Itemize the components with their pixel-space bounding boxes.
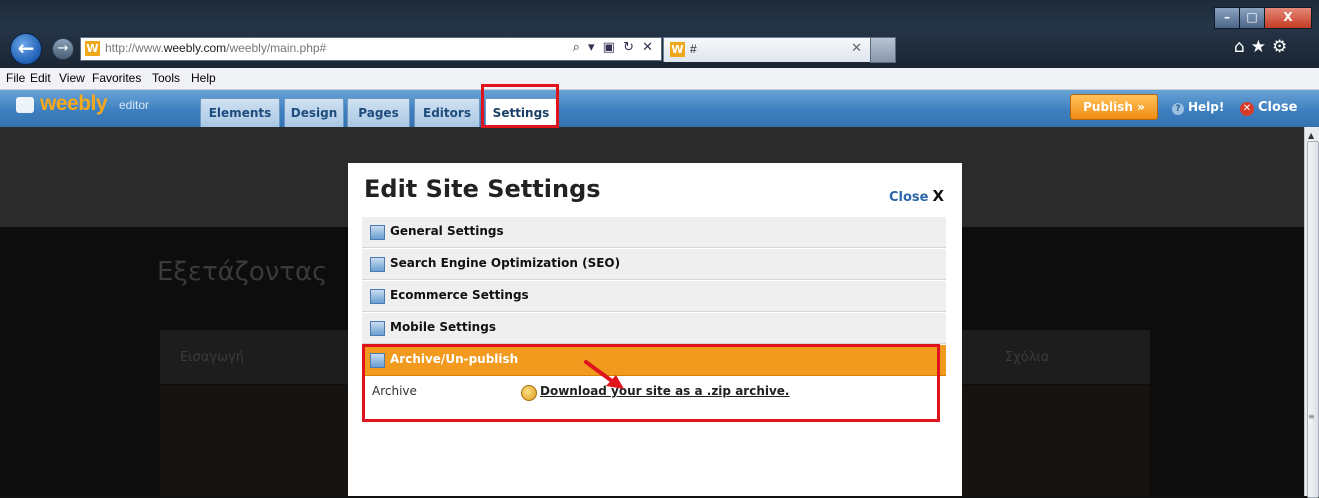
close-editor-link[interactable]: ✕ Close (1240, 100, 1297, 116)
tab-design[interactable]: Design (284, 98, 344, 128)
section-page-icon (370, 257, 385, 272)
window-close-button[interactable]: X (1264, 7, 1312, 29)
new-tab-button[interactable] (870, 37, 896, 63)
page-nav-item-intro: Εισαγωγή (180, 350, 244, 365)
tab-elements[interactable]: Elements (200, 98, 280, 128)
section-ecommerce-settings[interactable]: Ecommerce Settings (362, 281, 946, 312)
tab-editors[interactable]: Editors (414, 98, 480, 128)
section-mobile-settings[interactable]: Mobile Settings (362, 313, 946, 344)
menu-bar: File Edit View Favorites Tools Help (0, 68, 1319, 90)
vertical-scrollbar[interactable]: ▲ ≡ (1304, 127, 1319, 498)
section-page-icon (370, 225, 385, 240)
tab-title: # (690, 42, 697, 56)
archive-section-highlight (362, 344, 940, 422)
scrollbar-thumb[interactable] (1307, 141, 1319, 498)
weebly-tab-icon: W (670, 42, 685, 57)
tab-pages[interactable]: Pages (347, 98, 410, 128)
close-icon: ✕ (1240, 102, 1254, 116)
tab-close-icon[interactable]: ✕ (851, 41, 862, 56)
menu-favorites[interactable]: Favorites (92, 71, 141, 85)
address-bar[interactable]: W http://www.weebly.com/weebly/main.php#… (80, 37, 662, 61)
maximize-button[interactable]: □ (1239, 7, 1265, 29)
section-seo[interactable]: Search Engine Optimization (SEO) (362, 249, 946, 280)
home-favorites-tools-icons[interactable]: ⌂★⚙ (1234, 37, 1293, 57)
browser-titlebar: ← → W http://www.weebly.com/weebly/main.… (0, 0, 1319, 68)
weebly-toolbar: weebly editor Elements Design Pages Edit… (0, 90, 1319, 128)
menu-tools[interactable]: Tools (152, 71, 180, 85)
section-general-settings[interactable]: General Settings (362, 217, 946, 248)
section-label: Ecommerce Settings (390, 288, 529, 302)
address-url[interactable]: http://www.weebly.com/weebly/main.php# (105, 41, 326, 55)
forward-arrow-icon[interactable]: → (52, 38, 74, 60)
help-icon: ? (1172, 103, 1184, 115)
publish-button[interactable]: Publish » (1070, 94, 1158, 120)
menu-help[interactable]: Help (191, 71, 216, 85)
weebly-logo: weebly (40, 92, 108, 115)
page-site-title: Εξετάζοντας (157, 257, 328, 287)
menu-edit[interactable]: Edit (30, 71, 51, 85)
page-nav-item-comments: Σχόλια (1005, 350, 1050, 365)
menu-file[interactable]: File (6, 71, 25, 85)
section-page-icon (370, 289, 385, 304)
close-x-icon: X (932, 187, 945, 205)
weebly-logo-icon (16, 97, 34, 113)
browser-tab[interactable]: W # ✕ (663, 37, 871, 62)
settings-tab-highlight (481, 84, 559, 128)
menu-view[interactable]: View (59, 71, 85, 85)
edit-site-settings-dialog: Edit Site Settings Close X General Settin… (348, 163, 962, 496)
section-page-icon (370, 321, 385, 336)
dialog-title: Edit Site Settings (364, 175, 601, 203)
minimize-button[interactable]: – (1214, 7, 1240, 29)
section-label: Search Engine Optimization (SEO) (390, 256, 621, 270)
scroll-grip-icon: ≡ (1308, 412, 1315, 421)
help-link[interactable]: ? Help! (1172, 100, 1224, 115)
weebly-favicon-icon: W (85, 41, 100, 56)
back-arrow-icon[interactable]: ← (10, 33, 42, 65)
section-label: General Settings (390, 224, 504, 238)
pointer-arrow-icon (584, 360, 624, 389)
dialog-close-button[interactable]: Close X (889, 187, 944, 205)
scroll-up-icon[interactable]: ▲ (1308, 131, 1314, 140)
address-tools-icons[interactable]: ⌕ ▾ ▣ ↻ ✕ (573, 40, 655, 55)
weebly-logo-sub: editor (119, 98, 150, 112)
section-label: Mobile Settings (390, 320, 496, 334)
